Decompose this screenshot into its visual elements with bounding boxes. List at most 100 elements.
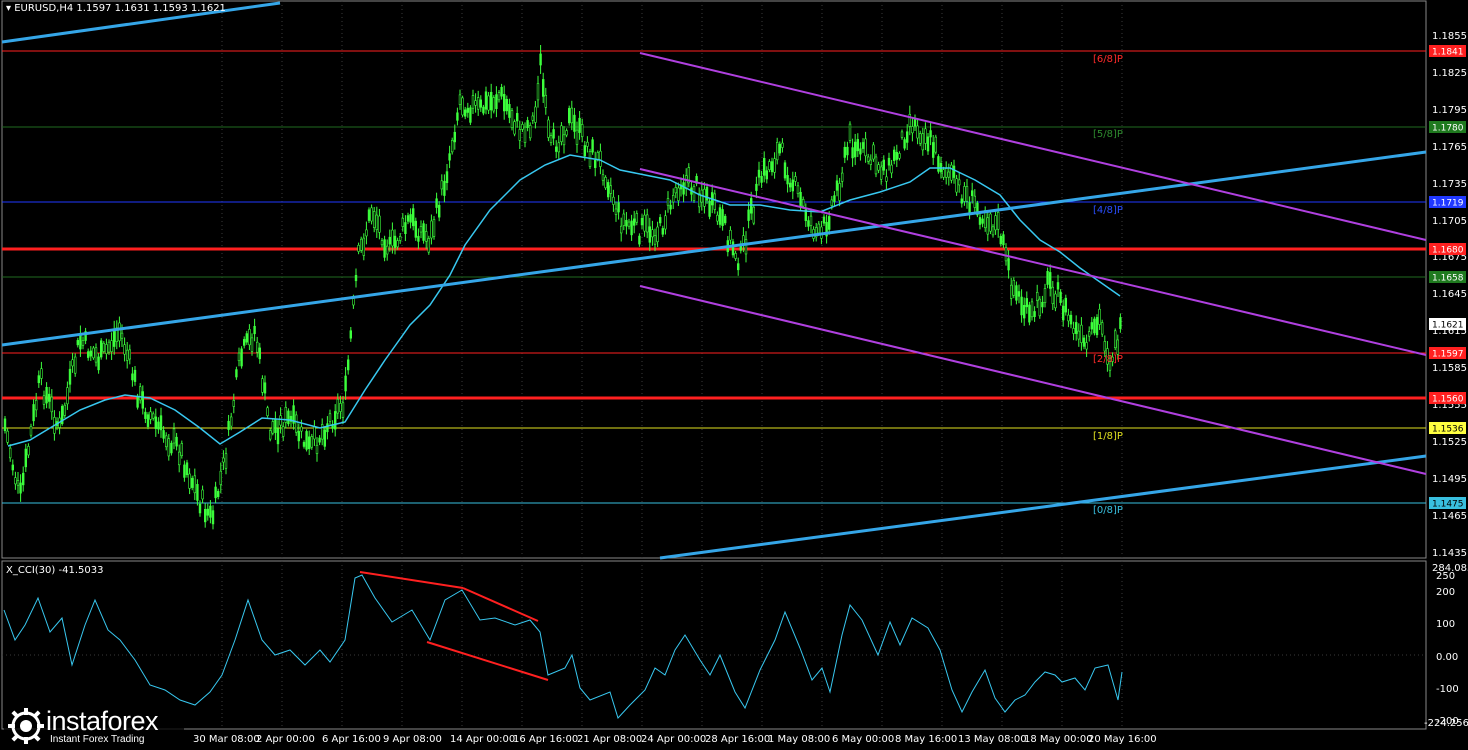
candle — [393, 229, 397, 255]
candle — [856, 133, 860, 158]
price-axis-label: 1.1645 — [1432, 289, 1467, 300]
candle — [178, 444, 181, 473]
svg-text:1.1680: 1.1680 — [1432, 246, 1464, 256]
time-axis-label: 16 Apr 16:00 — [513, 734, 578, 745]
candle — [1085, 334, 1088, 358]
price-axis-label: 1.1525 — [1432, 437, 1467, 448]
candle — [970, 182, 974, 204]
candle — [625, 212, 628, 235]
level-lines — [2, 50, 1426, 504]
candle — [1049, 264, 1052, 297]
murrey-label: [4/8]P — [1093, 205, 1123, 216]
time-axis-label: 18 May 00:00 — [1024, 734, 1093, 745]
candle — [341, 396, 345, 425]
candle — [84, 327, 87, 345]
candle — [606, 179, 610, 200]
candle — [1002, 231, 1005, 249]
candle — [211, 505, 215, 530]
time-axis-label: 21 Apr 08:00 — [577, 734, 642, 745]
candle — [188, 468, 191, 495]
candle — [297, 423, 300, 449]
candle — [255, 336, 259, 358]
candle — [848, 121, 852, 144]
chart-canvas[interactable]: 1.1855 1.1825 1.1795 1.1765 1.1735 1.1705 1.16… — [0, 0, 1468, 750]
candle — [427, 235, 430, 255]
candle — [960, 194, 964, 208]
price-axis-label: 1.1855 — [1432, 31, 1467, 42]
price-axis-label: 1.1495 — [1432, 474, 1467, 485]
candle — [762, 151, 766, 183]
trend-lines — [1, 1, 1427, 560]
candle — [463, 106, 467, 120]
vertical-grid — [221, 1, 1123, 729]
watermark-brand: instaforex — [46, 706, 159, 736]
candle — [565, 128, 568, 138]
candle — [50, 389, 54, 420]
cci-divergence-lines — [359, 571, 549, 681]
candle — [24, 443, 27, 472]
instaforex-logo-icon — [8, 708, 44, 744]
candle — [1101, 319, 1104, 337]
candle — [365, 221, 368, 245]
chart-symbol-header: ▾ EURUSD,H4 1.1597 1.1631 1.1593 1.1621 — [6, 3, 226, 14]
candle — [27, 443, 30, 459]
candle — [11, 459, 14, 476]
candle — [284, 401, 287, 429]
candle — [1022, 297, 1026, 326]
candle — [1036, 284, 1039, 309]
candle — [63, 402, 67, 419]
candle — [250, 333, 254, 356]
candle — [833, 191, 836, 207]
price-axis-label: 1.1705 — [1432, 216, 1467, 227]
candle — [495, 86, 498, 118]
candle — [1030, 298, 1034, 321]
chart-menu-icon[interactable]: ▾ — [6, 3, 11, 14]
candle — [430, 214, 433, 245]
candle — [240, 346, 243, 369]
candle — [144, 407, 147, 424]
candle — [744, 231, 748, 263]
candle — [632, 210, 636, 234]
candle — [918, 130, 922, 147]
murrey-label: [5/8]P — [1093, 129, 1123, 140]
candle — [1056, 274, 1060, 298]
candle — [271, 419, 274, 436]
candle — [1004, 243, 1008, 266]
time-axis-label: 6 May 00:00 — [832, 734, 894, 745]
candle — [435, 192, 438, 214]
candle — [42, 390, 46, 410]
candle — [287, 408, 290, 427]
candle — [586, 136, 589, 153]
candle — [866, 153, 870, 165]
candle — [692, 184, 696, 203]
candle — [344, 367, 347, 400]
time-axis-label: 2 Apr 00:00 — [256, 734, 315, 745]
candle — [599, 143, 602, 175]
candle — [222, 450, 225, 470]
candle — [1025, 291, 1029, 314]
candle — [898, 151, 901, 161]
candle — [513, 119, 516, 137]
candle — [695, 173, 698, 187]
candle — [536, 75, 540, 108]
candle — [492, 95, 495, 114]
candle — [853, 133, 857, 166]
candle — [253, 318, 256, 342]
svg-text:1.1475: 1.1475 — [1432, 500, 1464, 510]
candle — [921, 127, 925, 156]
candle — [905, 124, 909, 151]
candle — [1075, 315, 1078, 341]
candle — [601, 169, 605, 186]
candle — [29, 423, 33, 438]
indicator-name: X_CCI(30) — [6, 565, 56, 576]
candle — [97, 353, 100, 374]
candle — [440, 174, 443, 196]
indicator-value: -41.5033 — [58, 565, 104, 576]
candle — [128, 344, 131, 365]
candle — [126, 341, 129, 369]
candle — [398, 232, 402, 244]
candle — [383, 235, 386, 262]
candle — [243, 336, 246, 349]
murrey-label: [6/8]P — [1093, 54, 1123, 65]
candle — [781, 138, 784, 153]
